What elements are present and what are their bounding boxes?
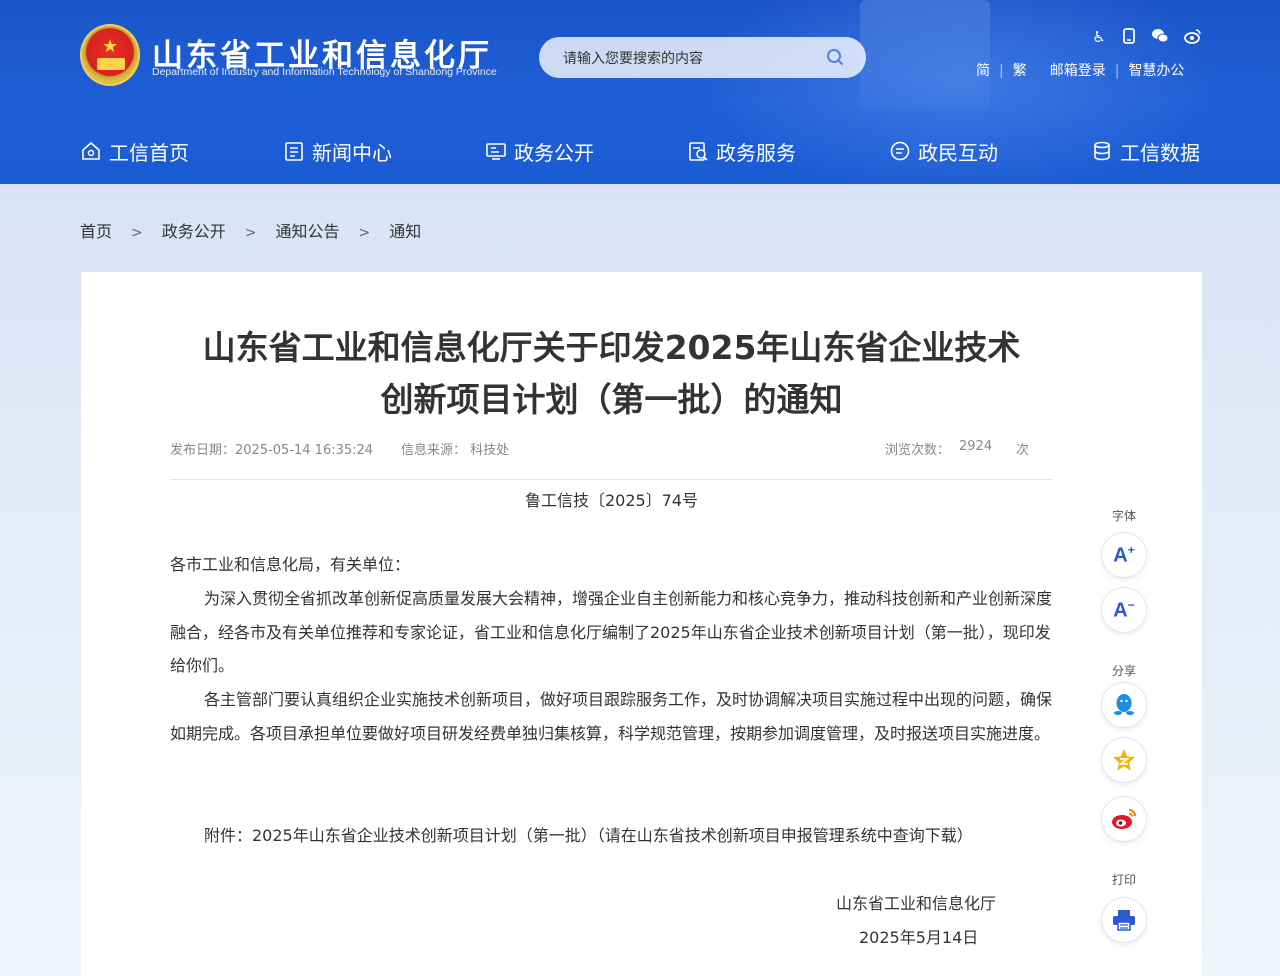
database-icon bbox=[1094, 141, 1110, 161]
salutation: 各市工业和信息化局，有关单位： bbox=[170, 555, 411, 574]
gate-shape bbox=[97, 58, 125, 70]
nav-label: 新闻中心 bbox=[312, 140, 392, 165]
views-label: 浏览次数： bbox=[885, 443, 951, 458]
nav-label: 工信数据 bbox=[1120, 140, 1200, 165]
breadcrumb: 首页 > 政务公开 > 通知公告 > 通知 bbox=[80, 218, 421, 241]
article-title-line1: 山东省工业和信息化厅关于印发2025年山东省企业技术 bbox=[202, 328, 1021, 367]
weibo-icon[interactable] bbox=[1184, 28, 1202, 46]
site-header: ★ 山东省工业和信息化厅 Department of Industry and … bbox=[0, 0, 1280, 184]
nav-item-home[interactable]: 工信首页 bbox=[80, 135, 189, 167]
font-decrease-icon: A− bbox=[1113, 597, 1135, 622]
nav-label: 政务公开 bbox=[514, 140, 594, 165]
breadcrumb-separator: > bbox=[131, 225, 143, 241]
smart-office-link[interactable]: 智慧办公 bbox=[1128, 60, 1184, 80]
national-emblem-logo[interactable]: ★ bbox=[80, 24, 140, 86]
nav-item-news[interactable]: 新闻中心 bbox=[283, 135, 392, 167]
nav-item-data[interactable]: 工信数据 bbox=[1091, 135, 1200, 167]
font-increase-icon: A+ bbox=[1113, 542, 1135, 567]
print-label: 打印 bbox=[1111, 873, 1136, 887]
home-icon bbox=[82, 141, 100, 160]
breadcrumb-notices[interactable]: 通知公告 bbox=[276, 218, 340, 242]
share-label: 分享 bbox=[1111, 664, 1136, 678]
share-qq-button[interactable] bbox=[1101, 682, 1147, 728]
signature-date: 2025年5月14日 bbox=[859, 928, 979, 947]
body-paragraph-2: 各主管部门要认真组织企业实施技术创新项目，做好项目跟踪服务工作，及时协调解决项目… bbox=[170, 690, 1053, 743]
breadcrumb-gov-affairs[interactable]: 政务公开 bbox=[162, 218, 226, 242]
news-icon bbox=[285, 142, 303, 161]
article-title-line2: 创新项目计划（第一批）的通知 bbox=[380, 380, 843, 419]
article-title: 山东省工业和信息化厅关于印发2025年山东省企业技术 创新项目计划（第一批）的通… bbox=[170, 322, 1053, 426]
nav-label: 政务服务 bbox=[716, 140, 796, 165]
traditional-link[interactable]: 繁 bbox=[1013, 60, 1027, 80]
header-building-decoration bbox=[860, 0, 990, 110]
monitor-icon bbox=[486, 143, 506, 160]
print-button[interactable] bbox=[1101, 897, 1147, 943]
printer-icon bbox=[1113, 910, 1135, 931]
nav-label: 工信首页 bbox=[109, 140, 189, 165]
simplified-link[interactable]: 简 bbox=[976, 60, 990, 80]
font-size-label: 字体 bbox=[1111, 509, 1136, 523]
link-separator: | bbox=[1114, 63, 1120, 79]
views-count: 2924 bbox=[959, 439, 993, 454]
breadcrumb-separator: > bbox=[244, 225, 257, 241]
breadcrumb-home[interactable]: 首页 bbox=[80, 218, 112, 242]
main-nav: 工信首页 新闻中心 政务公开 政务服务 政民互动 工信数据 bbox=[80, 135, 1202, 167]
views-unit: 次 bbox=[1016, 443, 1030, 458]
weibo-icon bbox=[1112, 809, 1136, 829]
nav-item-gov-services[interactable]: 政务服务 bbox=[687, 135, 796, 167]
star-icon: ★ bbox=[102, 36, 119, 57]
accessibility-icon[interactable]: ♿ bbox=[1090, 28, 1108, 46]
share-qzone-button[interactable] bbox=[1101, 737, 1147, 783]
search-input[interactable]: 请输入您要搜索的内容 bbox=[563, 48, 703, 68]
meta-divider bbox=[170, 479, 1053, 480]
nav-label: 政民互动 bbox=[918, 140, 998, 165]
font-decrease-button[interactable]: A− bbox=[1101, 587, 1147, 633]
utility-icons: ♿ bbox=[1090, 28, 1205, 48]
site-subtitle: Department of Industry and Information T… bbox=[152, 66, 497, 78]
signature-org: 山东省工业和信息化厅 bbox=[836, 894, 997, 913]
nav-item-gov-affairs[interactable]: 政务公开 bbox=[485, 135, 594, 167]
font-increase-button[interactable]: A+ bbox=[1101, 532, 1147, 578]
chat-icon bbox=[890, 141, 910, 161]
utility-links: 简 | 繁 邮箱登录 | 智慧办公 bbox=[976, 60, 1184, 80]
publish-date: 发布日期：2025-05-14 16:35:24 bbox=[170, 443, 374, 458]
search-icon[interactable] bbox=[826, 48, 844, 66]
service-icon bbox=[689, 142, 708, 161]
breadcrumb-separator: > bbox=[358, 225, 371, 241]
nav-item-interaction[interactable]: 政民互动 bbox=[889, 135, 998, 167]
qq-icon bbox=[1114, 694, 1134, 715]
share-weibo-button[interactable] bbox=[1101, 796, 1147, 842]
wechat-icon[interactable] bbox=[1151, 28, 1169, 46]
mobile-icon[interactable] bbox=[1120, 28, 1138, 46]
info-source: 信息来源： 科技处 bbox=[401, 443, 510, 458]
attachment-note: 附件：2025年山东省企业技术创新项目计划（第一批）（请在山东省技术创新项目申报… bbox=[204, 826, 973, 845]
email-login-link[interactable]: 邮箱登录 bbox=[1050, 60, 1106, 80]
body-paragraph-1: 为深入贯彻全省抓改革创新促高质量发展大会精神，增强企业自主创新能力和核心竞争力，… bbox=[170, 589, 1053, 675]
breadcrumb-current[interactable]: 通知 bbox=[389, 218, 421, 242]
qzone-icon bbox=[1113, 749, 1135, 771]
search-box[interactable]: 请输入您要搜索的内容 bbox=[539, 37, 866, 78]
link-separator: | bbox=[999, 63, 1004, 79]
document-number: 鲁工信技〔2025〕74号 bbox=[524, 491, 699, 510]
